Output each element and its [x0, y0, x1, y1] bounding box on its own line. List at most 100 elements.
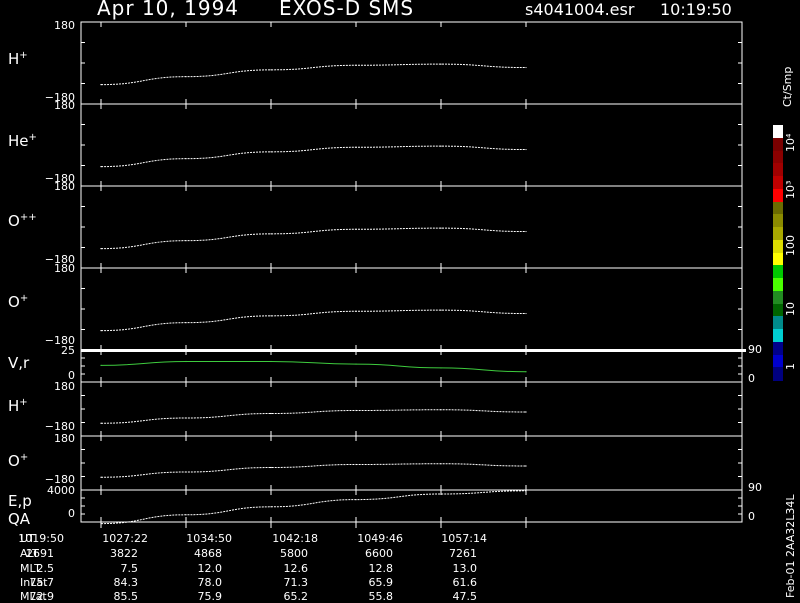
right-tick-label: 0 [748, 510, 755, 523]
colorbar-unit: Ct/Smp [781, 66, 794, 107]
footer-value-mlat: 72.9 [29, 590, 55, 603]
panel-label-vr: V,r [8, 354, 30, 372]
colorbar-segment [773, 329, 783, 343]
colorbar-segment [773, 176, 783, 190]
footer-value-mlt: 12.8 [368, 562, 394, 575]
colorbar-segment [773, 252, 783, 266]
tick-label: 180 [54, 19, 75, 32]
colorbar-label: 1 [784, 363, 797, 370]
footer-value-ut: 1027:22 [102, 532, 148, 545]
data-point [355, 363, 357, 365]
data-point [525, 148, 527, 151]
footer-value-mlat: 55.8 [368, 590, 394, 603]
colorbar-segment [773, 354, 783, 368]
panel-label-ep: E,p [8, 492, 32, 510]
data-point [525, 371, 527, 373]
panel-frame [80, 103, 743, 187]
right-tick-label: 90 [748, 481, 762, 494]
data-point [525, 312, 527, 315]
panel-divider [81, 349, 746, 352]
data-point [525, 465, 527, 467]
panel-label-h-plus: H+ [8, 50, 28, 68]
data-point [440, 227, 442, 229]
panel-label-h-plus-2: H+ [8, 397, 28, 415]
data-point [355, 499, 357, 501]
panel-frame [80, 349, 743, 383]
footer-value-inlat: 71.3 [283, 576, 309, 589]
colorbar-segment [773, 201, 783, 215]
footer-value-mlat: 75.9 [197, 590, 223, 603]
data-point [270, 412, 272, 415]
panel-frame [80, 21, 743, 105]
colorbar-segment [773, 341, 783, 355]
footer-value-mlat: 65.2 [283, 590, 309, 603]
data-point [440, 409, 442, 411]
data-point [185, 158, 187, 160]
data-point [100, 364, 102, 366]
series-line [100, 63, 527, 86]
footer-value-alt: 5800 [280, 547, 308, 560]
footer-value-mlt: 12.6 [283, 562, 309, 575]
colorbar-segment [773, 239, 783, 253]
colorbar-segment [773, 303, 783, 317]
series-line [100, 309, 527, 332]
footer-value-inlat: 78.0 [197, 576, 223, 589]
colorbar-segment [773, 137, 783, 151]
tick-label: 180 [54, 262, 75, 275]
colorbar-segment [773, 290, 783, 304]
data-point [355, 310, 357, 312]
colorbar-label: 10⁴ [784, 133, 797, 152]
data-point [270, 466, 272, 469]
data-point [355, 228, 357, 230]
tick-label: 4000 [47, 484, 75, 497]
tick-label: 180 [54, 432, 75, 445]
data-point [355, 409, 357, 412]
footer-value-alt: 3822 [110, 547, 138, 560]
panel-frame [80, 185, 743, 269]
data-point [525, 230, 527, 233]
colorbar-segment [773, 278, 783, 292]
data-point [355, 463, 357, 466]
right-tick-label: 0 [748, 372, 755, 385]
data-point [100, 248, 102, 250]
panel-label-o-plus: O+ [8, 293, 29, 311]
colorbar-segment [773, 265, 783, 279]
series-line [100, 361, 527, 373]
footer-value-mlt: 12.0 [197, 562, 223, 575]
data-point [440, 493, 442, 495]
colorbar-label: 100 [784, 235, 797, 256]
tick-label: 180 [54, 180, 75, 193]
data-point [100, 166, 102, 168]
data-point [185, 360, 187, 363]
panel-label-qa: QA [8, 510, 31, 528]
data-point [270, 360, 272, 363]
panel-label-o-plus-2: O+ [8, 452, 29, 470]
footer-value-inlat: 75.7 [29, 576, 55, 589]
colorbar-segment [773, 125, 783, 139]
colorbar-segment [773, 188, 783, 202]
data-point [355, 64, 357, 66]
colorbar-segment [773, 367, 783, 381]
series-line [100, 490, 527, 525]
data-point [525, 66, 527, 69]
data-point [185, 76, 187, 78]
data-point [355, 146, 357, 148]
footer-value-mlt: 2.5 [36, 562, 55, 575]
footer-value-alt: 7261 [449, 547, 477, 560]
chart-area [80, 21, 746, 528]
footer-value-inlat: 65.9 [368, 576, 394, 589]
panel-frame [80, 435, 743, 491]
data-point [440, 463, 442, 465]
colorbar-label: 10 [784, 302, 797, 316]
data-point [185, 417, 187, 419]
footer-value-alt: 6600 [365, 547, 393, 560]
panel-label-he-plus: He+ [8, 132, 37, 150]
series-line [100, 409, 527, 424]
data-point [440, 309, 442, 311]
data-point [270, 506, 272, 508]
colorbar-segment [773, 214, 783, 228]
data-point [270, 69, 272, 71]
data-point [100, 84, 102, 86]
footer-value-ut: 1049:46 [357, 532, 403, 545]
data-point [525, 411, 527, 413]
